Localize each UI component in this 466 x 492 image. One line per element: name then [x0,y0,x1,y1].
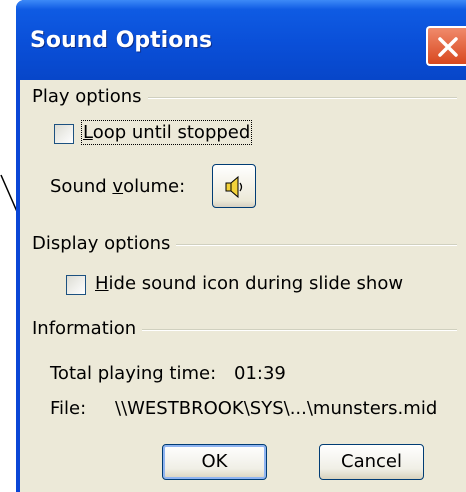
hide-sound-icon-label-key: H [95,273,109,294]
loop-label[interactable]: Loop until stopped [80,120,253,145]
hide-sound-icon-checkbox[interactable] [66,275,86,295]
ok-button[interactable]: OK [162,444,267,480]
dialog-title: Sound Options [30,28,213,53]
title-bar[interactable]: Sound Options [16,0,466,80]
total-playing-time-value: 01:39 [234,363,286,384]
sound-volume-label-key: v [112,176,124,197]
information-label: Information [32,318,143,339]
cancel-button[interactable]: Cancel [319,444,424,480]
play-options-label: Play options [32,86,148,107]
loop-checkbox[interactable] [54,124,74,144]
total-playing-time-label: Total playing time: [50,363,217,384]
hide-sound-icon-label-rest: ide sound icon during slide show [108,273,404,294]
loop-label-key: L [83,122,93,143]
sound-volume-label-pre: Sound [50,176,113,197]
file-path-value: \\WESTBROOK\SYS\...\munsters.mid [115,398,438,419]
file-label: File: [50,398,87,419]
sound-volume-button[interactable] [212,164,256,208]
dialog-body: Play options Loop until stopped Sound vo… [20,80,466,492]
sound-options-dialog: Sound Options Play options Loop until st… [16,0,466,492]
display-options-label: Display options [32,233,177,254]
hide-sound-icon-label[interactable]: Hide sound icon during slide show [95,273,403,294]
sound-volume-label-post: olume: [123,176,186,197]
speaker-icon [225,175,243,199]
sound-volume-label: Sound volume: [50,176,185,197]
loop-label-rest: oop until stopped [92,122,251,143]
close-icon [438,37,458,57]
close-button[interactable] [426,26,466,66]
